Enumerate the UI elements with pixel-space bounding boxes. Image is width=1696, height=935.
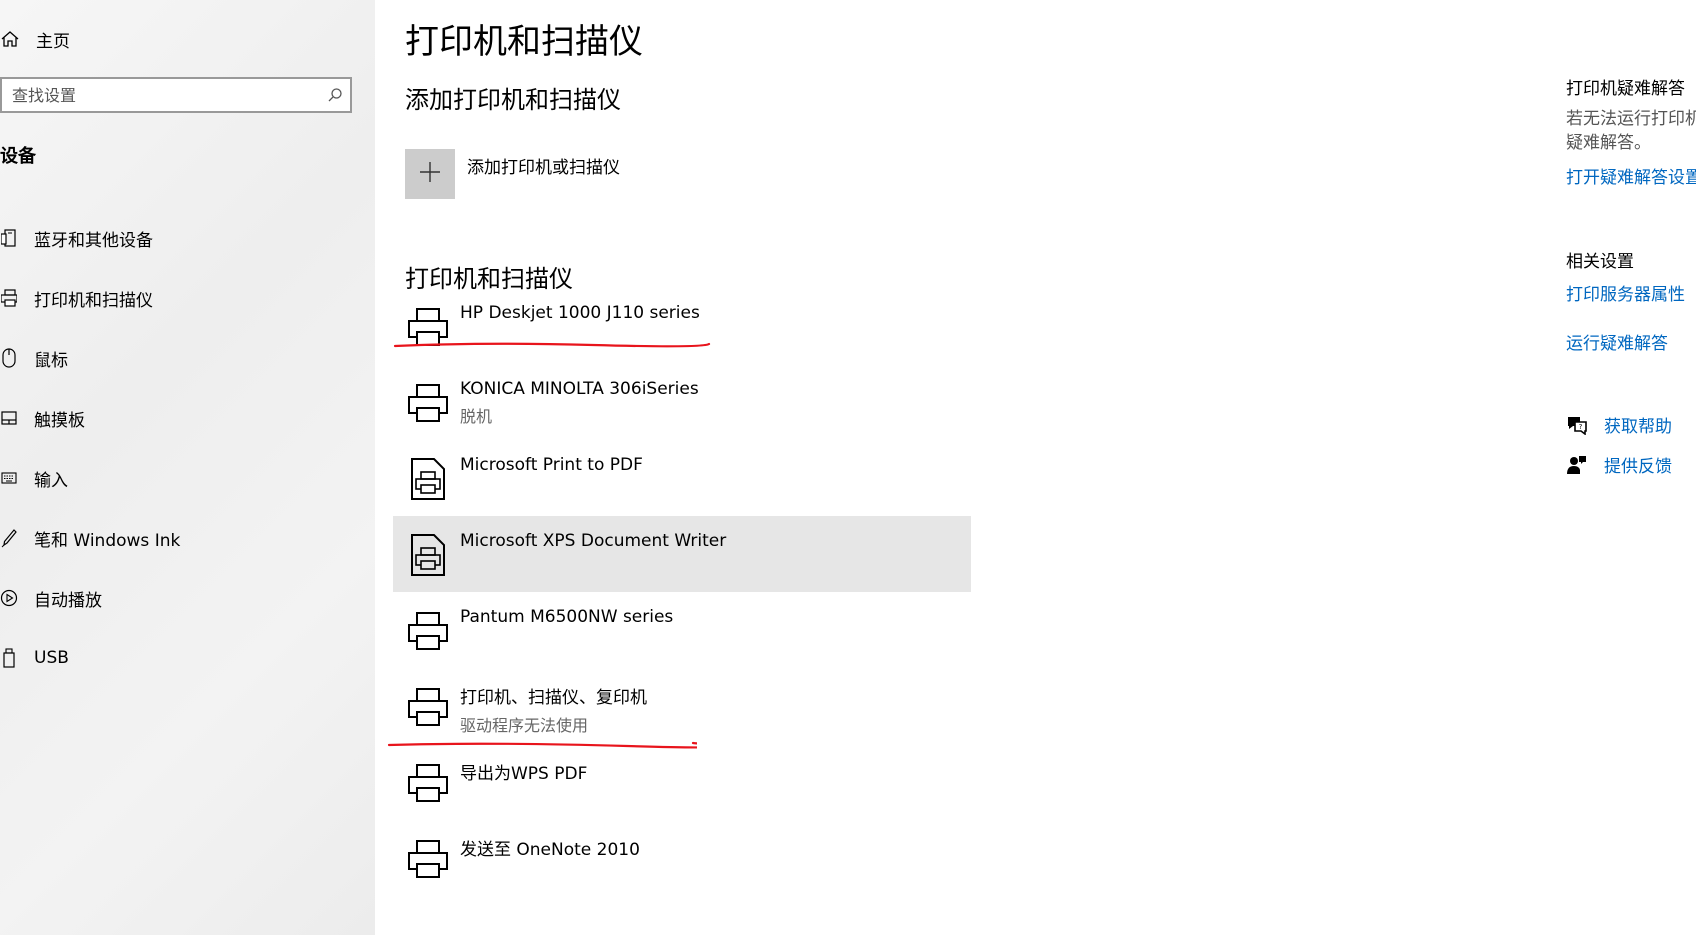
device-konica-minolta[interactable]: KONICA MINOLTA 306iSeries 脱机: [393, 364, 971, 440]
device-name: 发送至 OneNote 2010: [460, 840, 640, 860]
get-help-link[interactable]: ? 获取帮助: [1566, 412, 1672, 437]
plus-icon: [419, 161, 441, 187]
add-icon-box: [405, 149, 455, 199]
printer-icon: [0, 289, 18, 307]
printer-icon: [405, 758, 450, 808]
printer-icon: [405, 834, 450, 884]
document-printer-icon: [405, 530, 450, 580]
sidebar-item-usb[interactable]: USB: [0, 628, 180, 688]
sidebar-item-pen[interactable]: 笔和 Windows Ink: [0, 508, 180, 568]
sidebar-item-input[interactable]: 输入: [0, 448, 180, 508]
document-printer-icon: [405, 454, 450, 504]
home-nav-item[interactable]: 主页: [0, 24, 70, 54]
home-label: 主页: [36, 31, 70, 52]
search-icon[interactable]: [320, 87, 350, 103]
device-onenote[interactable]: 发送至 OneNote 2010: [393, 820, 971, 896]
sidebar-item-label: 打印机和扫描仪: [34, 290, 153, 311]
mouse-icon: [0, 348, 18, 368]
add-section-title: 添加打印机和扫描仪: [405, 86, 621, 114]
get-help-label: 获取帮助: [1604, 417, 1672, 437]
sidebar-item-label: USB: [34, 648, 69, 668]
sidebar-item-label: 自动播放: [34, 590, 102, 611]
sidebar-item-label: 蓝牙和其他设备: [34, 230, 153, 251]
give-feedback-label: 提供反馈: [1604, 457, 1672, 477]
add-printer-button[interactable]: 添加打印机或扫描仪: [405, 149, 620, 201]
bluetooth-device-icon: [0, 228, 18, 248]
feedback-icon: [1566, 455, 1588, 475]
print-server-properties-link[interactable]: 打印服务器属性: [1566, 280, 1685, 305]
run-troubleshooter-link[interactable]: 运行疑难解答: [1566, 329, 1668, 354]
device-hp-deskjet[interactable]: HP Deskjet 1000 J110 series: [393, 288, 971, 364]
help-chat-icon: ?: [1566, 415, 1588, 435]
sidebar: 主页 设备 蓝牙和其他设备 打印机和扫描仪 鼠标: [0, 0, 375, 935]
open-troubleshoot-settings-link[interactable]: 打开疑难解答设置: [1566, 163, 1696, 188]
device-list: HP Deskjet 1000 J110 series KONICA MINOL…: [393, 288, 971, 896]
device-name: HP Deskjet 1000 J110 series: [460, 303, 700, 323]
device-name: Microsoft Print to PDF: [460, 455, 643, 475]
device-name: 打印机、扫描仪、复印机: [460, 688, 647, 708]
device-name: Pantum M6500NW series: [460, 607, 674, 627]
troubleshoot-title: 打印机疑难解答: [1566, 79, 1685, 99]
sidebar-item-autoplay[interactable]: 自动播放: [0, 568, 180, 628]
device-ms-xps-writer[interactable]: Microsoft XPS Document Writer: [393, 516, 971, 592]
printer-icon: [405, 302, 450, 352]
device-status: 驱动程序无法使用: [460, 716, 589, 735]
sidebar-item-label: 输入: [34, 470, 68, 491]
touchpad-icon: [0, 410, 18, 426]
sidebar-item-mouse[interactable]: 鼠标: [0, 328, 180, 388]
device-status: 脱机: [460, 407, 493, 426]
sidebar-item-label: 鼠标: [34, 350, 68, 371]
troubleshoot-text-line-1: 若无法运行打印机: [1566, 109, 1696, 129]
device-printer-scanner-copier[interactable]: 打印机、扫描仪、复印机 驱动程序无法使用: [393, 668, 971, 744]
autoplay-icon: [0, 589, 18, 607]
home-icon: [0, 30, 20, 48]
printer-icon: [405, 682, 450, 732]
related-settings-title: 相关设置: [1566, 252, 1634, 272]
troubleshoot-text-line-2: 疑难解答。: [1566, 133, 1651, 153]
give-feedback-link[interactable]: 提供反馈: [1566, 452, 1672, 477]
sidebar-section-title: 设备: [0, 146, 36, 167]
search-box[interactable]: [0, 77, 352, 113]
sidebar-item-printers[interactable]: 打印机和扫描仪: [0, 268, 180, 328]
device-name: 导出为WPS PDF: [460, 764, 588, 784]
add-printer-label: 添加打印机或扫描仪: [467, 158, 620, 178]
search-input[interactable]: [2, 84, 320, 106]
sidebar-item-bluetooth[interactable]: 蓝牙和其他设备: [0, 208, 180, 268]
pen-icon: [0, 528, 18, 548]
device-wps-pdf[interactable]: 导出为WPS PDF: [393, 744, 971, 820]
keyboard-icon: [0, 472, 18, 484]
printer-icon: [405, 378, 450, 428]
device-name: Microsoft XPS Document Writer: [460, 531, 727, 551]
device-name: KONICA MINOLTA 306iSeries: [460, 379, 699, 399]
device-ms-print-to-pdf[interactable]: Microsoft Print to PDF: [393, 440, 971, 516]
sidebar-nav: 蓝牙和其他设备 打印机和扫描仪 鼠标 触摸板 输入 笔和 Windows Ink…: [0, 208, 180, 688]
device-pantum[interactable]: Pantum M6500NW series: [393, 592, 971, 668]
related-pane: 打印机疑难解答 若无法运行打印机 疑难解答。 打开疑难解答设置 相关设置 打印服…: [1566, 0, 1696, 935]
sidebar-item-label: 笔和 Windows Ink: [34, 530, 181, 551]
usb-icon: [0, 648, 18, 668]
svg-text:?: ?: [1579, 423, 1583, 431]
printer-icon: [405, 606, 450, 656]
page-title: 打印机和扫描仪: [405, 22, 643, 62]
sidebar-item-touchpad[interactable]: 触摸板: [0, 388, 180, 448]
sidebar-item-label: 触摸板: [34, 410, 85, 431]
